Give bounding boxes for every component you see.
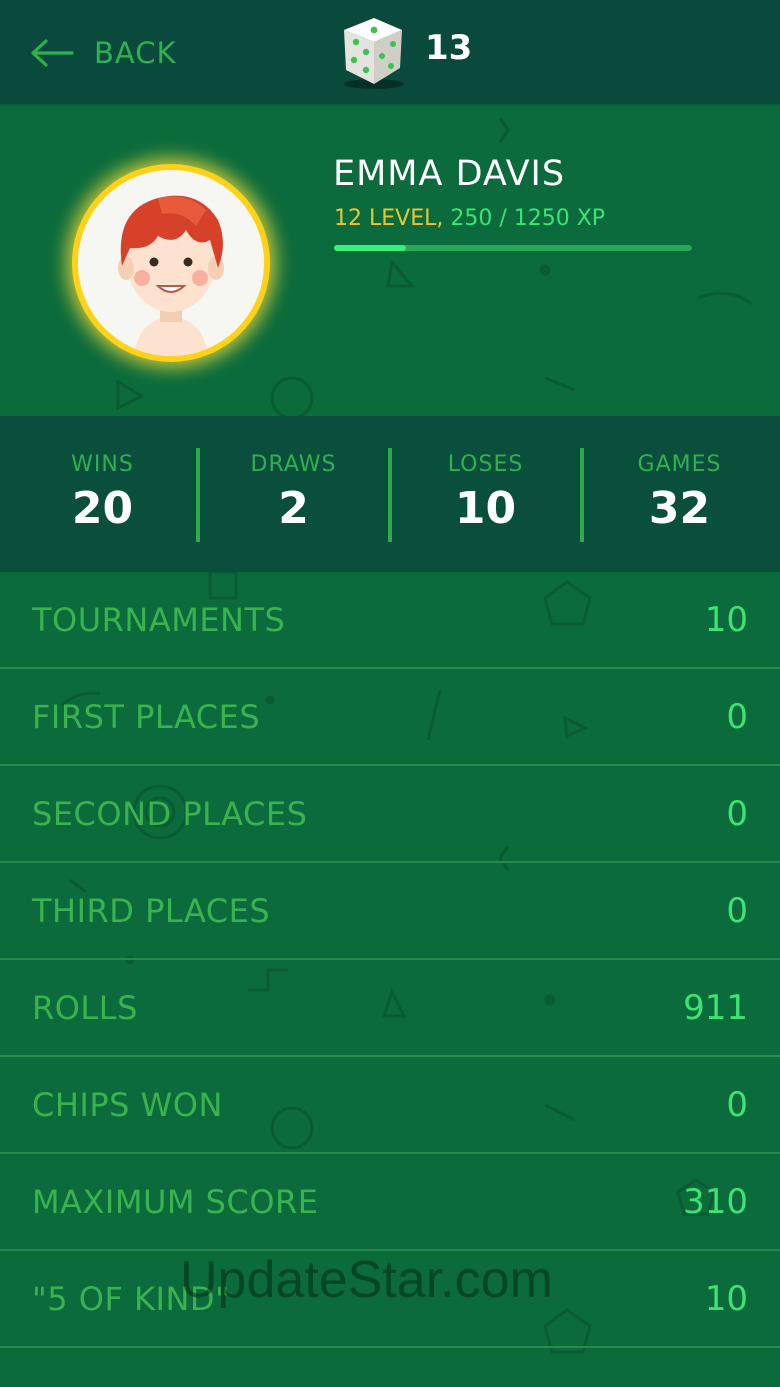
row-label: THIRD PLACES xyxy=(32,891,271,930)
stat-row-tournaments: TOURNAMENTS 10 xyxy=(0,572,780,669)
stat-row-second-places: SECOND PLACES 0 xyxy=(0,766,780,863)
player-name: EMMA DAVIS xyxy=(333,154,566,194)
stat-label: WINS xyxy=(71,452,134,477)
row-value: 10 xyxy=(704,599,748,640)
stat-loses: LOSES 10 xyxy=(388,416,583,572)
stat-value: 20 xyxy=(71,483,134,534)
stats-list: TOURNAMENTS 10 FIRST PLACES 0 SECOND PLA… xyxy=(0,572,780,1348)
row-value: 310 xyxy=(683,1181,748,1222)
xp-progress-bar xyxy=(334,245,692,251)
avatar-icon xyxy=(78,170,264,356)
watermark: UpdateStar.com xyxy=(180,1251,553,1309)
row-value: 0 xyxy=(726,890,748,931)
avatar[interactable] xyxy=(72,164,270,362)
level-separator: , xyxy=(436,206,444,231)
stat-value: 32 xyxy=(648,483,711,534)
xp-progress-fill xyxy=(334,245,406,251)
dice-icon xyxy=(344,18,404,89)
stat-games: GAMES 32 xyxy=(582,416,777,572)
stat-row-rolls: ROLLS 911 xyxy=(0,960,780,1057)
level-text: 12 LEVEL xyxy=(334,206,437,231)
stat-value: 2 xyxy=(278,483,309,534)
row-label: TOURNAMENTS xyxy=(32,600,286,639)
stat-label: GAMES xyxy=(637,452,722,477)
stat-wins: WINS 20 xyxy=(5,416,200,572)
stat-row-chips-won: CHIPS WON 0 xyxy=(0,1057,780,1154)
back-button[interactable]: BACK xyxy=(30,28,177,78)
row-value: 0 xyxy=(726,696,748,737)
row-value: 10 xyxy=(704,1278,748,1319)
row-value: 0 xyxy=(726,793,748,834)
arrow-left-icon xyxy=(31,39,74,67)
stat-row-maximum-score: MAXIMUM SCORE 310 xyxy=(0,1154,780,1251)
row-value: 0 xyxy=(726,1084,748,1125)
stat-row-third-places: THIRD PLACES 0 xyxy=(0,863,780,960)
top-bar: BACK 13 xyxy=(0,0,780,106)
row-label: ROLLS xyxy=(32,988,138,1027)
back-label: BACK xyxy=(94,36,177,70)
profile-section: EMMA DAVIS 12 LEVEL, 250 / 1250 XP xyxy=(0,106,780,416)
row-label: FIRST PLACES xyxy=(32,697,261,736)
row-label: SECOND PLACES xyxy=(32,794,308,833)
stat-row-first-places: FIRST PLACES 0 xyxy=(0,669,780,766)
stat-label: LOSES xyxy=(447,452,524,477)
stat-label: DRAWS xyxy=(250,452,337,477)
row-value: 911 xyxy=(683,987,748,1028)
level-xp-line: 12 LEVEL, 250 / 1250 XP xyxy=(334,206,605,231)
row-label: CHIPS WON xyxy=(32,1085,223,1124)
row-label: MAXIMUM SCORE xyxy=(32,1182,319,1221)
stat-value: 10 xyxy=(454,483,517,534)
summary-stats: WINS 20 DRAWS 2 LOSES 10 GAMES 32 xyxy=(0,416,780,572)
xp-text: 250 / 1250 XP xyxy=(450,206,606,231)
dice-count: 13 xyxy=(425,28,473,68)
stat-draws: DRAWS 2 xyxy=(196,416,391,572)
